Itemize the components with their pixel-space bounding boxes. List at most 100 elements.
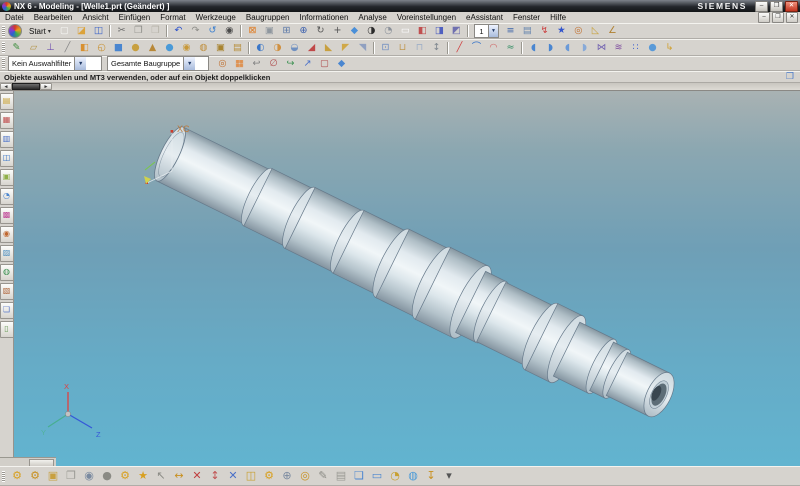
snap-point-button[interactable]: ◎ <box>570 23 587 39</box>
sew-button[interactable]: ≋ <box>610 40 627 56</box>
menu-analyse[interactable]: Analyse <box>353 12 391 23</box>
pocket-button[interactable]: ▣ <box>212 40 229 56</box>
layer-settings-button[interactable]: ▤ <box>519 23 536 39</box>
scroll-right-button[interactable]: ► <box>40 83 52 90</box>
eassistant-profile-button[interactable]: ● <box>98 467 116 485</box>
shell-button[interactable]: ⊔ <box>394 40 411 56</box>
cylinder-button[interactable]: ● <box>127 40 144 56</box>
trim-body-button[interactable]: ◢ <box>303 40 320 56</box>
split-body-button[interactable]: ◣ <box>320 40 337 56</box>
eassistant-shaft-calc-button[interactable]: ⚙ <box>8 467 26 485</box>
rotate-view-button[interactable]: ↻ <box>312 23 329 39</box>
eassistant-add-gear-button[interactable]: ⚙ <box>116 467 134 485</box>
boss-button[interactable]: ◍ <box>195 40 212 56</box>
swept-button[interactable]: ◖ <box>525 40 542 56</box>
eassistant-image-button[interactable]: ▣ <box>44 467 62 485</box>
variational-sweep-button[interactable]: ◗ <box>542 40 559 56</box>
previous-selection-button[interactable]: ↩ <box>248 56 265 72</box>
deselect-all-button[interactable]: ∅ <box>265 56 282 72</box>
copy-button[interactable]: ❐ <box>130 23 147 39</box>
extrude-button[interactable]: ◧ <box>76 40 93 56</box>
roles-tab[interactable]: ◉ <box>0 226 14 243</box>
part-navigator-tab[interactable]: ▥ <box>0 131 14 148</box>
sphere-tool-button[interactable]: ● <box>644 40 661 56</box>
menu-baugruppen[interactable]: Baugruppen <box>241 12 295 23</box>
menu-datei[interactable]: Datei <box>0 12 29 23</box>
line-button[interactable]: ╱ <box>451 40 468 56</box>
pan-view-button[interactable]: + <box>329 23 346 39</box>
sketch-button[interactable]: ✎ <box>8 40 25 56</box>
pattern-feature-button[interactable]: ∷ <box>627 40 644 56</box>
start-menu-button[interactable]: Start ▾ <box>24 23 56 39</box>
scroll-left-button[interactable]: ◄ <box>0 83 12 90</box>
eassistant-window-button[interactable]: ❏ <box>350 467 368 485</box>
eassistant-swap-button[interactable]: ✕ <box>188 467 206 485</box>
eassistant-align-button[interactable]: ↕ <box>206 467 224 485</box>
command-finder-button[interactable]: ◉ <box>221 23 238 39</box>
studio-spline-button[interactable]: ≈ <box>502 40 519 56</box>
scrollbar-track[interactable] <box>52 83 800 90</box>
clip-section-button[interactable]: ◧ <box>414 23 431 39</box>
new-file-button[interactable]: ▢ <box>56 23 73 39</box>
menu-format[interactable]: Format <box>155 12 190 23</box>
select-curve-button[interactable]: ↪ <box>282 56 299 72</box>
repeat-command-button[interactable]: ↺ <box>204 23 221 39</box>
revolve-button[interactable]: ◵ <box>93 40 110 56</box>
scenes-tab[interactable]: ▨ <box>0 245 14 262</box>
subtract-button[interactable]: ◑ <box>269 40 286 56</box>
eassistant-zoom-button[interactable]: ⊕ <box>278 467 296 485</box>
toolbar-grip[interactable] <box>2 58 5 69</box>
cut-button[interactable]: ✂ <box>113 23 130 39</box>
intersect-button[interactable]: ◒ <box>286 40 303 56</box>
paste-button[interactable]: ❒ <box>147 23 164 39</box>
menu-informationen[interactable]: Informationen <box>294 12 353 23</box>
undo-button[interactable]: ↶ <box>170 23 187 39</box>
menu-ansicht[interactable]: Ansicht <box>77 12 113 23</box>
styled-sweep-button[interactable]: ◖ <box>559 40 576 56</box>
mdi-minimize-button[interactable]: – <box>758 12 770 23</box>
eassistant-pointer-button[interactable]: ↖ <box>152 467 170 485</box>
show-hidden-edges-toggle[interactable]: ▦ <box>231 56 248 72</box>
toolbar-overflow[interactable]: ▾ <box>440 467 458 485</box>
toolbar-grip[interactable] <box>2 471 5 482</box>
palette-tab[interactable]: ▩ <box>0 207 14 224</box>
face-analysis-button[interactable]: ◔ <box>380 23 397 39</box>
unite-button[interactable]: ◐ <box>252 40 269 56</box>
pad-button[interactable]: ▤ <box>229 40 246 56</box>
eassistant-view-button[interactable]: ◍ <box>404 467 422 485</box>
thicken-button[interactable]: ⊓ <box>411 40 428 56</box>
save-button[interactable]: ◫ <box>90 23 107 39</box>
hole-button[interactable]: ◉ <box>178 40 195 56</box>
rectangle-select-button[interactable]: ▢ <box>316 56 333 72</box>
menu-hilfe[interactable]: Hilfe <box>545 12 571 23</box>
redo-button[interactable]: ↷ <box>187 23 204 39</box>
mdi-close-button[interactable]: ✕ <box>786 12 798 23</box>
eassistant-fit-button[interactable]: ✕ <box>224 467 242 485</box>
datum-axis-button[interactable]: ╱ <box>59 40 76 56</box>
eassistant-bearing-button[interactable]: ◎ <box>296 467 314 485</box>
materials-tab[interactable]: ▧ <box>0 283 14 300</box>
datum-target-button[interactable]: ↳ <box>661 40 678 56</box>
scale-body-button[interactable]: ↕ <box>428 40 445 56</box>
constraint-navigator-tab[interactable]: ▦ <box>0 112 14 129</box>
eassistant-panel-button[interactable]: ▭ <box>368 467 386 485</box>
type-filter-dropdown[interactable]: Kein Auswahlfilter ▼ <box>8 56 102 71</box>
patch-button[interactable]: ◤ <box>337 40 354 56</box>
menu-fenster[interactable]: Fenster <box>508 12 545 23</box>
render-style-button[interactable]: ◑ <box>363 23 380 39</box>
wcs-display-button[interactable]: ↯ <box>536 23 553 39</box>
menu-einfuegen[interactable]: Einfügen <box>114 12 156 23</box>
open-file-button[interactable]: ◪ <box>73 23 90 39</box>
minimize-button[interactable]: – <box>755 1 768 12</box>
hd3d-tools-tab[interactable]: ▣ <box>0 169 14 186</box>
menu-werkzeuge[interactable]: Werkzeuge <box>191 12 241 23</box>
fillet-button[interactable]: ◠ <box>485 40 502 56</box>
eassistant-gear-calc-button[interactable]: ⚙ <box>26 467 44 485</box>
shaded-view-button[interactable]: ◆ <box>346 23 363 39</box>
toolbar-grip[interactable] <box>2 42 5 53</box>
sphere-button[interactable]: ● <box>161 40 178 56</box>
cone-button[interactable]: ▲ <box>144 40 161 56</box>
reuse-library-tab[interactable]: ◫ <box>0 150 14 167</box>
eassistant-notes-button[interactable]: ▤ <box>332 467 350 485</box>
eassistant-new-calc-button[interactable]: ★ <box>134 467 152 485</box>
